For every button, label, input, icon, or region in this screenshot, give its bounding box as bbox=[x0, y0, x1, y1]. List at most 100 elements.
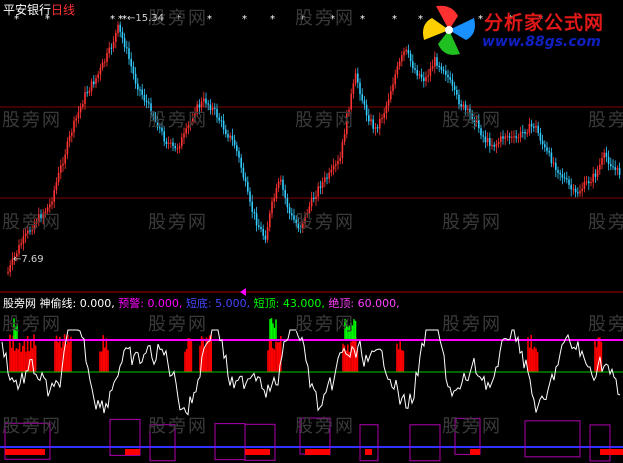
symbol-name: 平安银行 bbox=[3, 3, 52, 17]
candle-body bbox=[284, 189, 286, 198]
candle-body bbox=[84, 92, 86, 105]
candle-body bbox=[86, 92, 88, 94]
candle-body bbox=[372, 119, 374, 129]
watermark: 股旁网 bbox=[148, 416, 208, 437]
watermark: 股旁网 bbox=[295, 314, 355, 335]
candle-body bbox=[75, 118, 77, 121]
candle-body bbox=[90, 81, 93, 91]
candle-body bbox=[502, 136, 504, 139]
signal-base-red bbox=[245, 449, 270, 455]
candle-body bbox=[370, 119, 372, 122]
candle-body bbox=[216, 108, 218, 118]
candle-body bbox=[434, 57, 436, 67]
candle-body bbox=[220, 120, 223, 122]
candle-body bbox=[570, 184, 572, 190]
candle-body bbox=[79, 106, 82, 113]
watermark: 股旁网 bbox=[588, 212, 623, 233]
candle-body bbox=[18, 245, 20, 254]
candle-body bbox=[610, 163, 612, 167]
candle-body bbox=[68, 135, 71, 142]
candle-body bbox=[115, 32, 117, 42]
param-warning: 预警: 0.000, bbox=[118, 297, 183, 310]
logo-url: www.88gs.com bbox=[482, 34, 601, 50]
candle-body bbox=[513, 136, 515, 138]
candle-body bbox=[134, 73, 137, 84]
candle-body bbox=[418, 74, 421, 76]
candle-body bbox=[407, 49, 410, 54]
candle-body bbox=[240, 157, 242, 168]
candle-body bbox=[515, 136, 517, 138]
candle-body bbox=[414, 68, 416, 70]
candle-body bbox=[106, 53, 108, 62]
watermark: 股旁网 bbox=[588, 314, 623, 335]
candle-body bbox=[181, 137, 183, 147]
candle-body bbox=[526, 132, 528, 134]
candle-body bbox=[207, 103, 209, 105]
candle-body bbox=[449, 77, 451, 80]
candle-body bbox=[9, 265, 11, 272]
candle-body bbox=[379, 118, 381, 129]
signal-base-red bbox=[5, 449, 45, 455]
candle-body bbox=[416, 70, 418, 76]
candle-body bbox=[559, 172, 561, 175]
candle-body bbox=[363, 100, 366, 105]
pinwheel-icon bbox=[423, 5, 475, 55]
candle-body bbox=[275, 188, 278, 199]
candle-body bbox=[427, 75, 429, 77]
candle-body bbox=[491, 144, 493, 146]
chart-title: 平安银行日线 bbox=[3, 1, 75, 18]
candle-body bbox=[522, 131, 524, 133]
candle-body bbox=[577, 192, 579, 194]
candle-body bbox=[249, 191, 251, 202]
candle-body bbox=[504, 136, 506, 139]
candle-body bbox=[401, 55, 403, 62]
candle-body bbox=[574, 188, 577, 193]
candle-body bbox=[484, 136, 487, 143]
candle-body bbox=[519, 131, 522, 138]
candle-body bbox=[376, 127, 379, 129]
candle-body bbox=[539, 132, 542, 141]
candle-body bbox=[405, 49, 407, 52]
candle-body bbox=[495, 144, 498, 147]
candle-body bbox=[603, 152, 605, 159]
candle-body bbox=[112, 41, 115, 48]
candle-body bbox=[352, 83, 355, 94]
watermark: 股旁网 bbox=[148, 314, 208, 335]
watermark: 股旁网 bbox=[148, 212, 208, 233]
candle-body bbox=[585, 181, 588, 183]
candle-body bbox=[251, 201, 253, 212]
watermark: 股旁网 bbox=[2, 212, 62, 233]
candle-body bbox=[431, 66, 434, 69]
candle-body bbox=[557, 170, 559, 173]
watermark: 股旁网 bbox=[442, 110, 502, 131]
candle-body bbox=[605, 152, 608, 157]
candle-body bbox=[139, 89, 141, 91]
candle-body bbox=[95, 78, 97, 85]
candle-body bbox=[412, 61, 414, 69]
candle-body bbox=[225, 129, 227, 135]
candle-body bbox=[544, 144, 546, 148]
candle-body bbox=[550, 152, 553, 164]
signal-base-red bbox=[600, 449, 623, 455]
candle-body bbox=[71, 132, 73, 136]
candle-body bbox=[489, 138, 491, 146]
candle-body bbox=[266, 227, 269, 240]
candle-body bbox=[110, 47, 113, 49]
candle-body bbox=[511, 136, 513, 138]
candle-body bbox=[607, 156, 610, 164]
candle-body bbox=[537, 125, 539, 133]
candle-body bbox=[429, 68, 432, 76]
candle-body bbox=[178, 146, 181, 149]
watermark: 股旁网 bbox=[2, 416, 62, 437]
candle-body bbox=[117, 24, 119, 33]
star-marker: * bbox=[392, 14, 397, 25]
candle-body bbox=[552, 162, 555, 164]
candle-body bbox=[583, 181, 586, 189]
candle-body bbox=[561, 174, 564, 178]
param-short-top: 短顶: 43.000, bbox=[253, 297, 325, 310]
site-logo: 分析家公式网 www.88gs.com bbox=[418, 2, 622, 58]
signal-base-red bbox=[305, 449, 330, 455]
candle-body bbox=[568, 179, 570, 185]
candle-body bbox=[339, 157, 341, 161]
candle-body bbox=[486, 138, 489, 143]
